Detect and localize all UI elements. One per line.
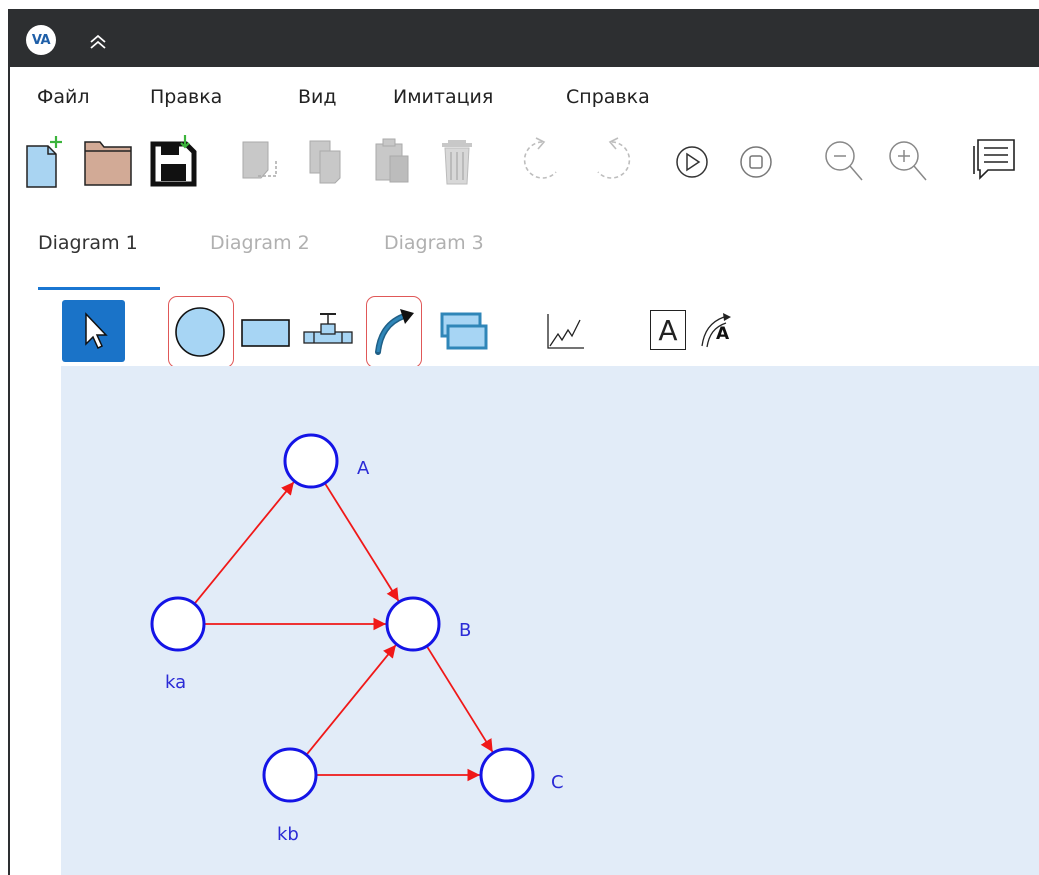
menu-edit[interactable]: Правка	[150, 86, 222, 108]
chart-tool[interactable]	[544, 310, 586, 354]
collapse-up-icon[interactable]	[89, 33, 107, 49]
node-kb[interactable]	[262, 747, 318, 803]
menu-help[interactable]: Справка	[566, 86, 650, 108]
open-folder-icon[interactable]	[82, 132, 134, 188]
save-icon[interactable]	[148, 132, 200, 188]
delete-icon[interactable]	[434, 132, 486, 188]
rectangle-tool[interactable]	[240, 316, 292, 350]
diagram-canvas[interactable]: A B Cka kb	[61, 366, 1039, 875]
node-label-C: C	[551, 772, 564, 793]
diagram-svg: A B Cka kb	[150, 433, 564, 845]
diagram-tabs: Diagram 1 Diagram 2 Diagram 3	[10, 228, 1039, 292]
comments-icon[interactable]	[968, 132, 1020, 188]
edge-A-to-B[interactable]	[324, 482, 400, 602]
node-label-A: A	[357, 458, 370, 479]
zoom-out-icon[interactable]	[816, 132, 868, 188]
cursor-arrow-icon	[85, 312, 108, 350]
node-label-B: B	[459, 620, 471, 641]
cut-icon[interactable]	[236, 132, 288, 188]
curved-text-tool[interactable]: A	[698, 310, 738, 352]
shape-palette: A A	[10, 296, 1039, 368]
node-C[interactable]	[479, 747, 535, 803]
node-label-kb: kb	[277, 824, 299, 845]
curved-text-letter: A	[716, 324, 730, 344]
new-file-icon[interactable]	[24, 132, 76, 188]
edge-ka-to-A[interactable]	[193, 481, 295, 605]
text-tool[interactable]: A	[650, 310, 686, 350]
zoom-in-icon[interactable]	[880, 132, 932, 188]
valve-tool[interactable]	[302, 310, 354, 354]
select-tool[interactable]	[62, 300, 125, 362]
node-ka[interactable]	[150, 596, 206, 652]
node-B[interactable]	[385, 596, 441, 652]
paste-icon[interactable]	[368, 132, 420, 188]
play-icon[interactable]	[666, 132, 718, 188]
menu-simulation[interactable]: Имитация	[393, 86, 493, 108]
edge-kb-to-B[interactable]	[305, 644, 397, 756]
tab-diagram-1[interactable]: Diagram 1	[38, 232, 138, 254]
tab-diagram-2[interactable]: Diagram 2	[210, 232, 310, 254]
redo-icon[interactable]	[582, 132, 634, 188]
active-tab-indicator	[38, 287, 160, 290]
menu-view[interactable]: Вид	[298, 86, 337, 108]
title-bar: VA	[8, 9, 1039, 67]
toolbar	[10, 132, 1039, 192]
undo-icon[interactable]	[520, 132, 572, 188]
copy-icon[interactable]	[302, 132, 354, 188]
edge-B-to-C[interactable]	[425, 645, 494, 753]
stacked-rectangles-tool[interactable]	[438, 310, 490, 354]
app-logo: VA	[26, 25, 56, 55]
menu-bar: Файл Правка Вид Имитация Справка	[10, 80, 1039, 120]
menu-file[interactable]: Файл	[37, 86, 90, 108]
node-label-ka: ka	[165, 672, 186, 693]
arc-tool[interactable]	[370, 304, 418, 358]
circle-node-tool[interactable]	[172, 304, 228, 360]
stop-icon[interactable]	[730, 132, 782, 188]
tab-diagram-3[interactable]: Diagram 3	[384, 232, 484, 254]
node-A[interactable]	[283, 433, 339, 489]
